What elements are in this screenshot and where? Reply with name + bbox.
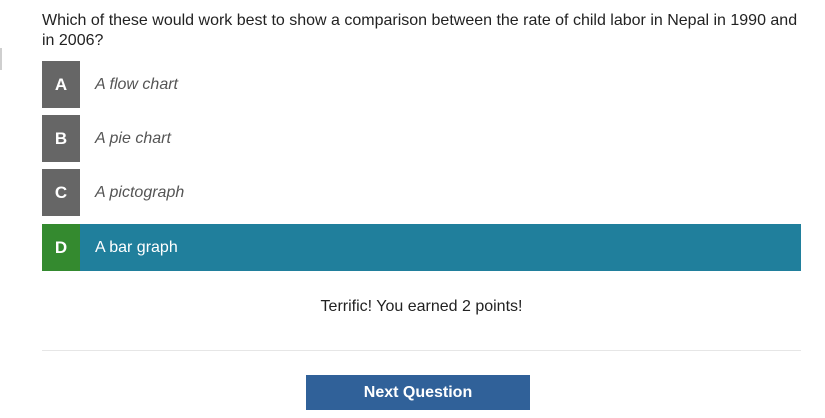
option-c[interactable]: C A pictograph [42,169,184,216]
option-label-c: A pictograph [95,183,185,201]
option-d-selected[interactable]: D A bar graph [42,224,801,271]
feedback-message: Terrific! You earned 2 points! [320,298,523,315]
option-a[interactable]: A A flow chart [42,61,178,108]
option-label-d: A bar graph [95,238,178,256]
question-text: Which of these would work best to show a… [42,12,798,49]
option-label-a: A flow chart [95,75,178,93]
option-letter-b: B [42,115,80,162]
option-label-b: A pie chart [95,129,171,147]
divider [42,350,801,351]
next-question-button[interactable]: Next Question [306,375,530,410]
option-b[interactable]: B A pie chart [42,115,171,162]
left-edge-mark [0,48,2,70]
option-letter-c: C [42,169,80,216]
option-letter-a: A [42,61,80,108]
option-letter-d: D [42,224,80,271]
